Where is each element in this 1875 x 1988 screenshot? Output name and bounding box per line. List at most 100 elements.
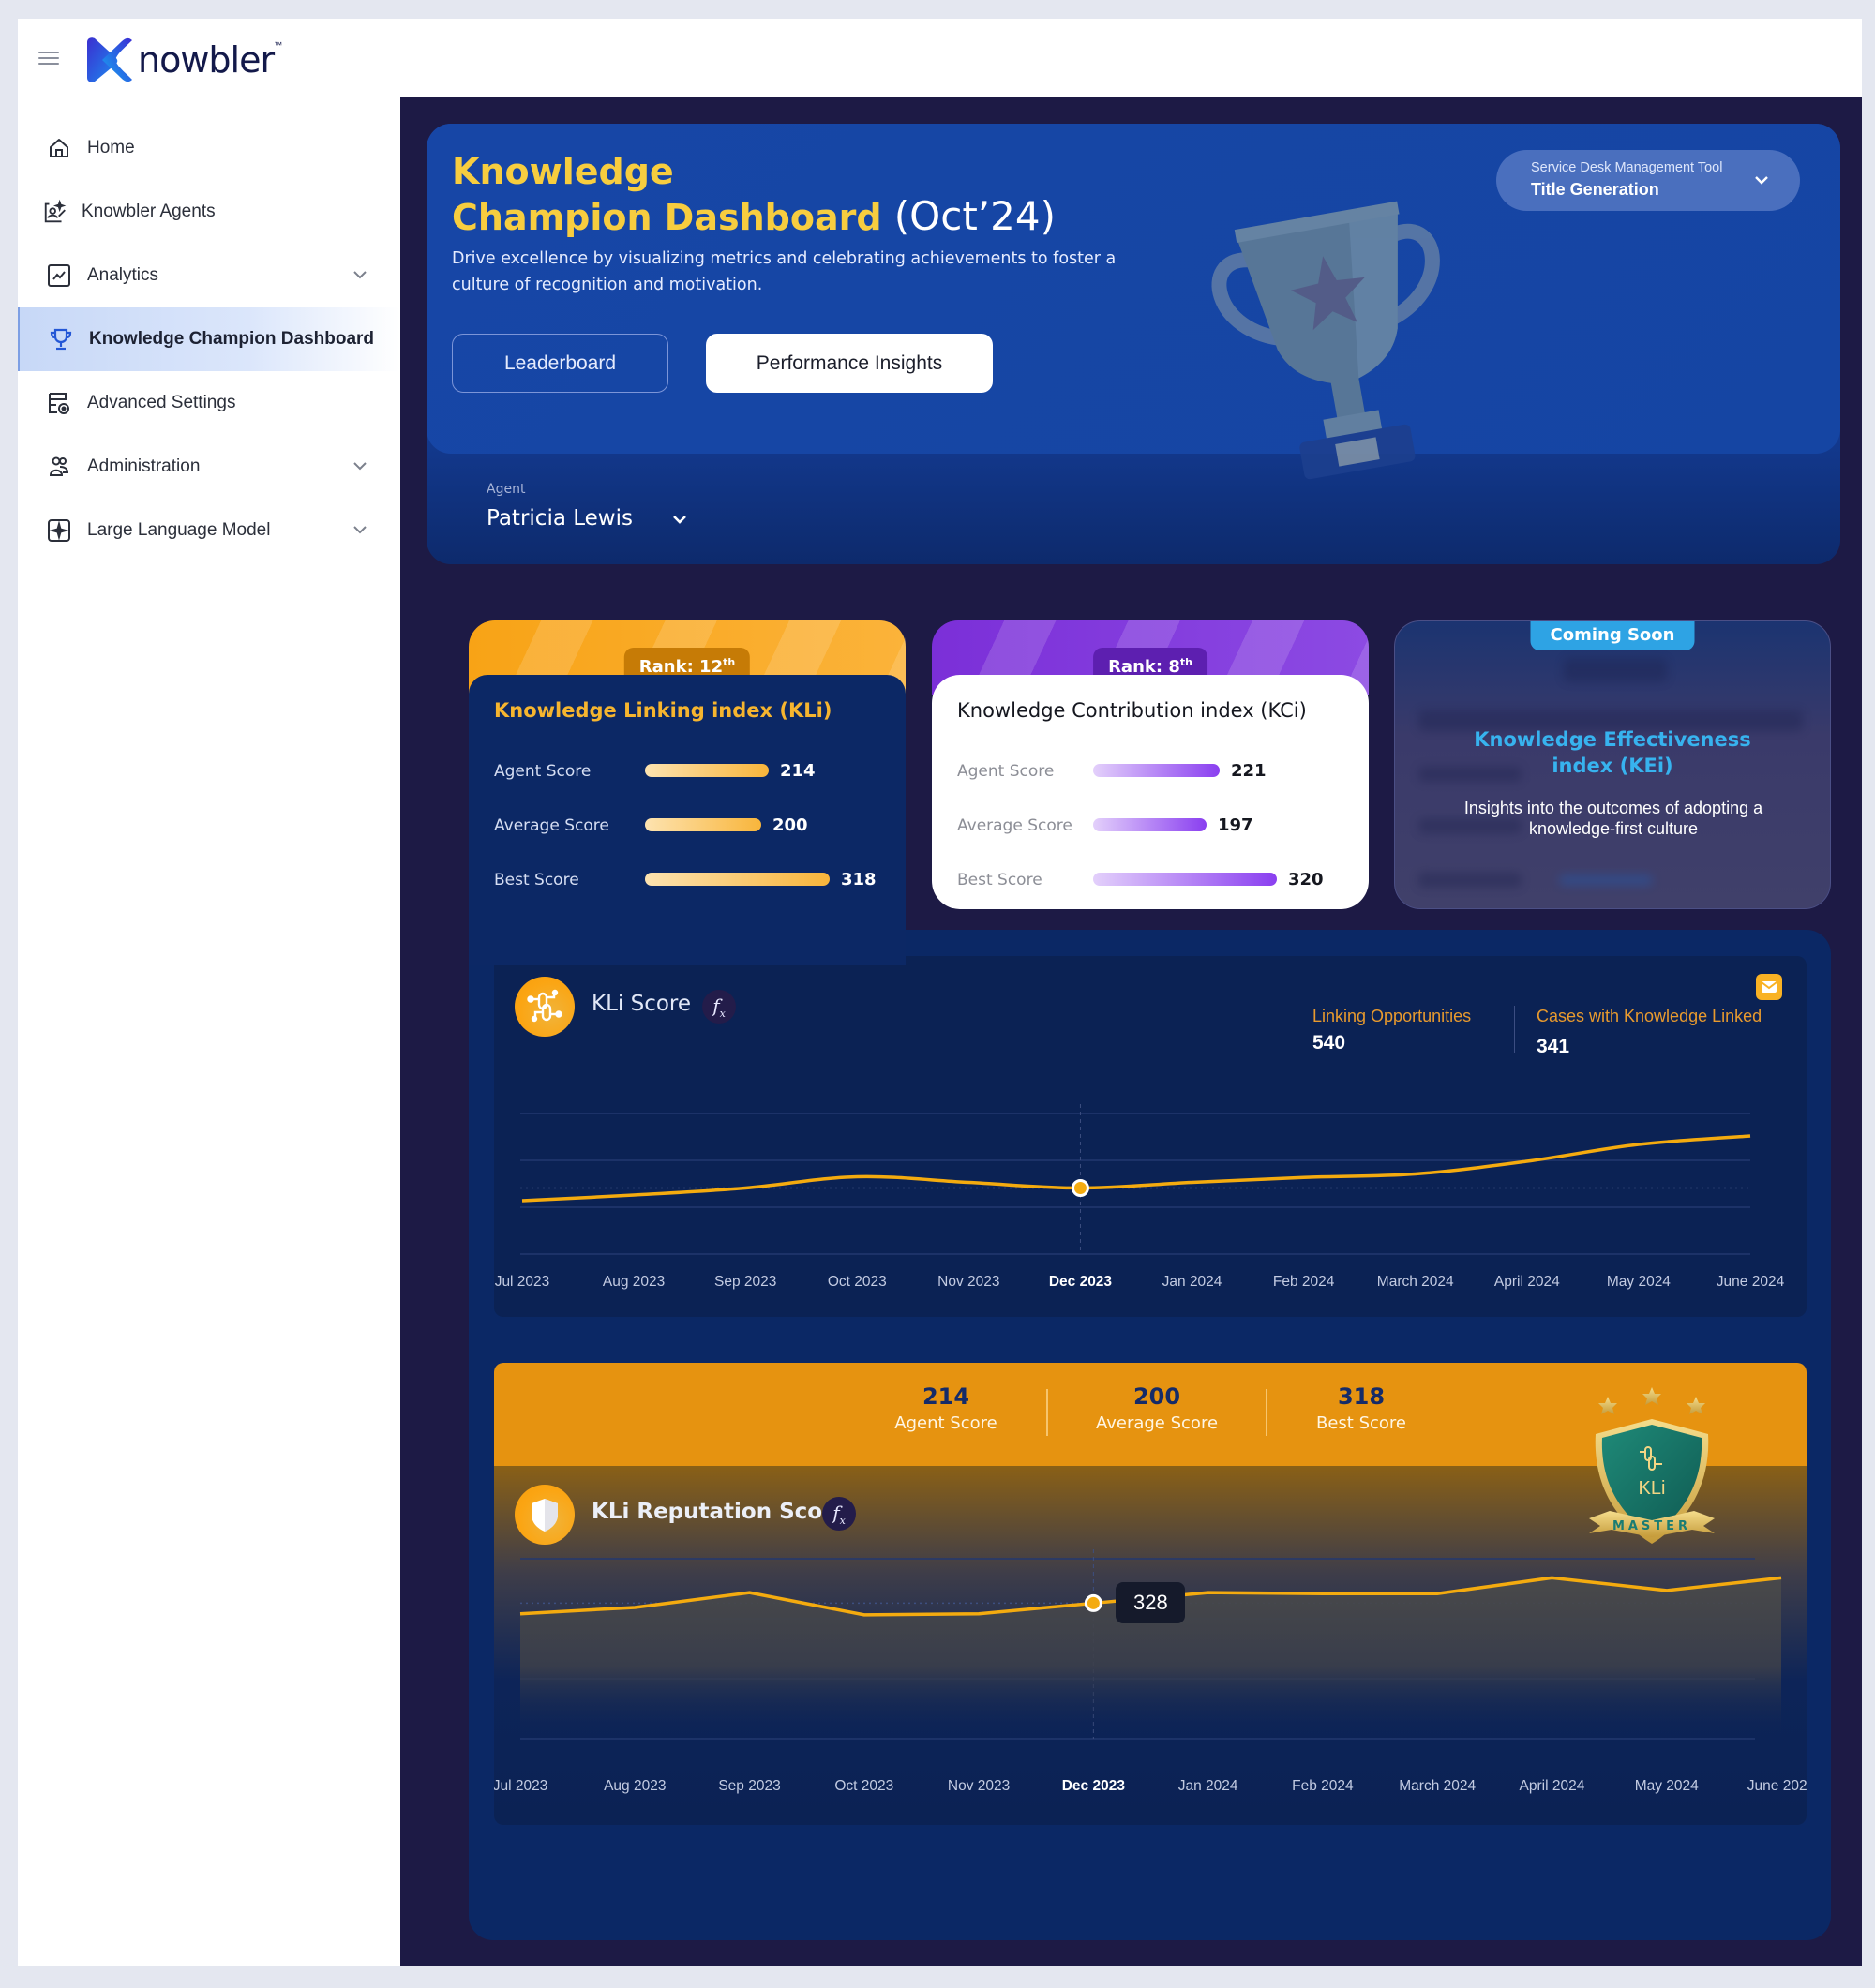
tool-select-dropdown[interactable]: Service Desk Management Tool Title Gener…: [1496, 150, 1800, 211]
score-label: Best Score: [957, 871, 1042, 889]
chevron-down-icon[interactable]: [352, 521, 368, 538]
leaderboard-button[interactable]: Leaderboard: [452, 334, 668, 393]
score-row: Agent Score 221: [957, 759, 1351, 782]
analytics-icon: [46, 262, 72, 289]
rep-label: Best Score: [1316, 1413, 1406, 1433]
sidebar-item-knowledge-champion-dashboard[interactable]: Knowledge Champion Dashboard: [18, 307, 400, 371]
score-value: 200: [772, 815, 808, 835]
app-window: nowbler ™ Home Knowbler Agents Analytics: [18, 19, 1862, 1966]
rep-divider: [1266, 1389, 1268, 1436]
main-content: Knowledge Champion Dashboard (Oct’24) Dr…: [400, 97, 1862, 1966]
x-tick-label: Feb 2024: [1273, 1274, 1335, 1290]
chevron-down-icon[interactable]: [352, 266, 368, 283]
users-icon: [46, 454, 72, 480]
score-label: Average Score: [957, 816, 1072, 835]
x-tick-label: Dec 2023: [1049, 1274, 1113, 1290]
score-value: 320: [1288, 870, 1324, 889]
score-bar: [1093, 764, 1220, 777]
score-row: Average Score 200: [494, 814, 888, 836]
rep-label: Agent Score: [894, 1413, 998, 1433]
rep-value: 214: [922, 1383, 970, 1410]
rank-badge: Rank: 12th: [623, 648, 751, 677]
card-body: Knowledge Linking index (KLi) Agent Scor…: [469, 675, 906, 965]
chevron-down-icon[interactable]: [352, 457, 368, 474]
hero-banner: Knowledge Champion Dashboard (Oct’24) Dr…: [427, 124, 1840, 564]
logo-mark-icon: [87, 37, 132, 82]
llm-icon: [46, 517, 72, 544]
trophy-illustration-icon: [1211, 201, 1440, 480]
title-line-1: Knowledge: [452, 151, 674, 192]
rep-agent-score: 214 Agent Score: [894, 1383, 997, 1433]
title-line-2: index (KEi): [1552, 755, 1673, 777]
x-tick-label: Nov 2023: [948, 1778, 1010, 1794]
agents-icon: [42, 199, 68, 225]
card-title: Knowledge Contribution index (KCi): [957, 699, 1307, 722]
rank-suffix: th: [1179, 656, 1192, 668]
rep-divider: [1046, 1389, 1048, 1436]
score-label: Average Score: [494, 816, 609, 835]
card-title: Knowledge Linking index (KLi): [494, 699, 832, 722]
settings-icon: [46, 390, 72, 416]
score-row: Agent Score 214: [494, 759, 888, 782]
sidebar-item-label: Large Language Model: [87, 520, 271, 540]
sidebar-item-label: Knowbler Agents: [82, 202, 216, 221]
knowbler-logo[interactable]: nowbler ™: [83, 33, 282, 87]
score-value: 214: [780, 761, 816, 781]
score-label: Best Score: [494, 871, 579, 889]
x-tick-label: Aug 2023: [603, 1274, 665, 1290]
coming-soon-badge: Coming Soon: [1530, 621, 1695, 650]
score-row: Best Score 318: [494, 868, 888, 890]
kei-index-card: Coming Soon Knowledge Effectiveness index…: [1394, 620, 1831, 909]
rep-label: Average Score: [1095, 1413, 1219, 1433]
sidebar-item-home[interactable]: Home: [18, 116, 400, 180]
kci-index-card[interactable]: Rank: 8th Knowledge Contribution index (…: [932, 620, 1369, 909]
rank-text: Rank: 12: [638, 657, 724, 677]
card-description: Insights into the outcomes of adopting a…: [1463, 799, 1763, 838]
kli-index-card[interactable]: Rank: 12th Knowledge Linking index (KLi)…: [469, 620, 906, 965]
kli-score-chart-card: KLi Score fx Linking Opportunities 540 C…: [494, 956, 1807, 1317]
brand-name: nowbler: [138, 39, 275, 81]
menu-toggle-icon[interactable]: [38, 52, 59, 65]
sidebar-item-large-language-model[interactable]: Large Language Model: [18, 499, 400, 562]
series-line: [521, 1134, 1751, 1203]
score-bar: [1093, 873, 1277, 886]
score-bar: [645, 818, 761, 831]
title-month: (Oct’24): [893, 193, 1056, 239]
score-row: Average Score 197: [957, 814, 1351, 836]
x-tick-label: Sep 2023: [718, 1778, 780, 1794]
sidebar-item-analytics[interactable]: Analytics: [18, 244, 400, 307]
x-tick-label: Sep 2023: [714, 1274, 776, 1290]
badge-title: KLi: [1639, 1478, 1666, 1499]
score-label: Agent Score: [494, 762, 592, 781]
trophy-icon: [48, 326, 74, 352]
sidebar-item-knowbler-agents[interactable]: Knowbler Agents: [18, 180, 400, 244]
tool-select-label: Service Desk Management Tool: [1531, 160, 1723, 175]
x-tick-label: Jul 2023: [495, 1274, 550, 1290]
title-line-1: Knowledge Effectiveness: [1474, 728, 1751, 751]
x-tick-label: Jan 2024: [1178, 1778, 1238, 1794]
card-body: Knowledge Contribution index (KCi) Agent…: [932, 675, 1369, 909]
sidebar-item-label: Knowledge Champion Dashboard: [89, 329, 375, 349]
sidebar-item-advanced-settings[interactable]: Advanced Settings: [18, 371, 400, 435]
trademark: ™: [274, 40, 283, 50]
score-value: 221: [1231, 761, 1267, 781]
kli-score-line-chart: Jul 2023 Aug 2023 Sep 2023 Oct 2023 Nov 2023…: [495, 1104, 1785, 1290]
tool-select-value: Title Generation: [1531, 180, 1659, 199]
x-tick-label: June 2024: [1748, 1778, 1807, 1794]
chevron-down-icon[interactable]: [670, 510, 689, 529]
sidebar-item-administration[interactable]: Administration: [18, 435, 400, 499]
x-tick-label: June 2024: [1717, 1274, 1785, 1290]
home-icon: [46, 135, 72, 161]
rank-suffix: th: [723, 656, 736, 668]
x-tick-label: Oct 2023: [828, 1274, 887, 1290]
x-tick-label: March 2024: [1399, 1778, 1476, 1794]
agent-select[interactable]: Patricia Lewis: [487, 506, 633, 531]
performance-insights-button[interactable]: Performance Insights: [706, 334, 993, 393]
hero-description: Drive excellence by visualizing metrics …: [452, 249, 1117, 294]
agent-label: Agent: [487, 482, 526, 497]
sidebar: Home Knowbler Agents Analytics Knowledge…: [18, 116, 400, 562]
badge-ribbon: MASTER: [1612, 1519, 1691, 1533]
score-bar: [1093, 818, 1207, 831]
x-tick-label: May 2024: [1607, 1274, 1671, 1290]
x-tick-label: Jan 2024: [1162, 1274, 1222, 1290]
